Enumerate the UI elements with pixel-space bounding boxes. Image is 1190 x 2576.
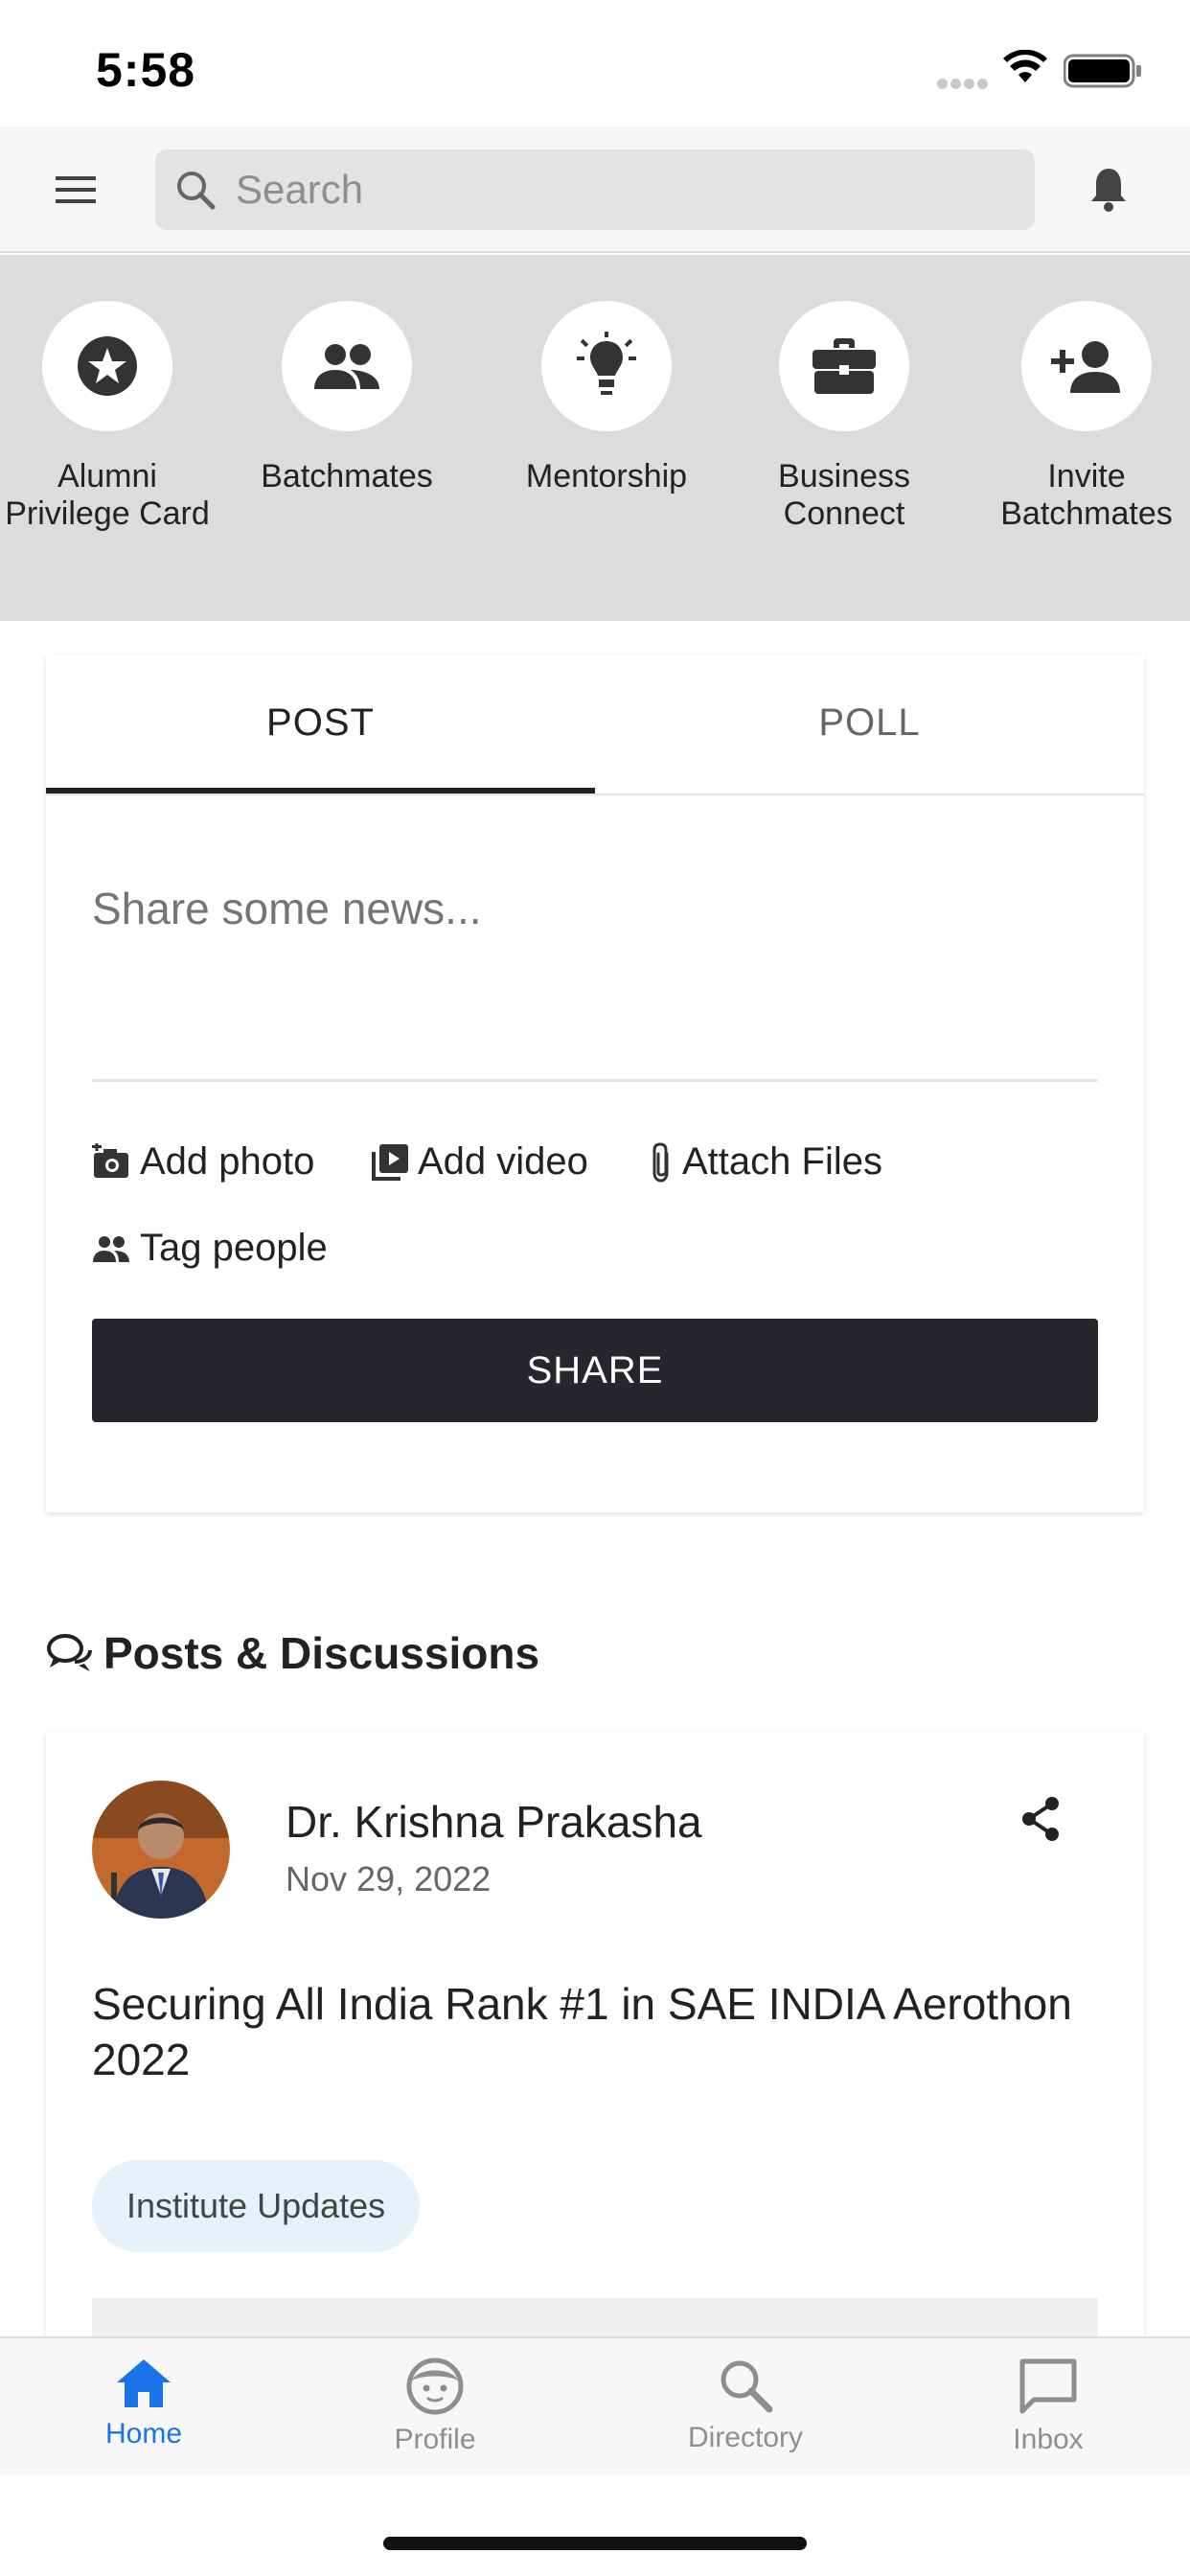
- tabs-divider: [46, 794, 1144, 795]
- tag-people-icon: [93, 1235, 129, 1262]
- add-photo-label: Add photo: [140, 1140, 315, 1183]
- quick-action-mentorship[interactable]: Mentorship: [501, 301, 712, 495]
- chat-bubble-icon: [1019, 2358, 1077, 2414]
- search-icon: [177, 172, 216, 210]
- post-tag-chip[interactable]: Institute Updates: [92, 2160, 421, 2252]
- share-icon[interactable]: [1019, 1796, 1062, 1842]
- quick-action-invite-batchmates[interactable]: Invite Batchmates: [981, 301, 1190, 533]
- star-badge-icon: [78, 336, 137, 396]
- profile-face-icon: [406, 2358, 464, 2415]
- share-button[interactable]: SHARE: [92, 1319, 1098, 1422]
- nav-directory[interactable]: Directory: [640, 2358, 851, 2454]
- top-app-bar: Search: [0, 126, 1190, 253]
- add-video-button[interactable]: Add video: [372, 1140, 588, 1184]
- share-news-input[interactable]: [92, 880, 1098, 937]
- battery-icon: [1064, 54, 1141, 88]
- nav-home[interactable]: Home: [38, 2358, 249, 2450]
- bottom-navigation: Home Profile Directory Inbox: [0, 2336, 1190, 2474]
- quick-action-label: Invite Batchmates: [1000, 458, 1173, 532]
- quick-action-label: Alumni Privilege Card: [5, 458, 210, 532]
- add-photo-button[interactable]: Add photo: [92, 1140, 314, 1184]
- quick-action-business-connect[interactable]: Business Connect: [739, 301, 950, 533]
- bell-icon[interactable]: [1088, 165, 1129, 213]
- nav-inbox[interactable]: Inbox: [943, 2358, 1154, 2456]
- attach-files-label: Attach Files: [682, 1140, 882, 1183]
- nav-label-inbox: Inbox: [1013, 2424, 1084, 2455]
- quick-action-label: Batchmates: [261, 458, 433, 494]
- post-title[interactable]: Securing All India Rank #1 in SAE INDIA …: [92, 1976, 1098, 2087]
- status-bar: 5:58: [0, 0, 1190, 126]
- wifi-icon: [1003, 50, 1047, 82]
- home-icon: [117, 2359, 171, 2407]
- hamburger-menu-icon[interactable]: [54, 172, 100, 207]
- lightbulb-icon: [577, 332, 636, 395]
- add-video-label: Add video: [418, 1140, 588, 1183]
- quick-action-batchmates[interactable]: Batchmates: [241, 301, 452, 495]
- quick-action-label: Business Connect: [778, 458, 910, 532]
- author-avatar[interactable]: [92, 1781, 230, 1919]
- nav-profile[interactable]: Profile: [330, 2358, 540, 2456]
- tag-people-button[interactable]: Tag people: [92, 1227, 328, 1270]
- tag-people-label: Tag people: [140, 1227, 328, 1269]
- search-input[interactable]: Search: [236, 167, 363, 213]
- briefcase-icon: [812, 338, 876, 394]
- paperclip-icon: [652, 1141, 669, 1183]
- post-date: Nov 29, 2022: [286, 1859, 492, 1898]
- directory-search-icon: [721, 2360, 773, 2413]
- nav-label-directory: Directory: [687, 2422, 803, 2453]
- post-composer-card: POST POLL Add photo Add video Attach Fil…: [46, 656, 1144, 1512]
- quick-actions-strip: Alumni Privilege Card Batchmates Mentors…: [0, 255, 1190, 621]
- discussion-icon: [47, 1634, 92, 1671]
- quick-action-alumni-privilege-card[interactable]: Alumni Privilege Card: [2, 301, 213, 533]
- nav-label-profile: Profile: [394, 2424, 476, 2455]
- attach-files-button[interactable]: Attach Files: [650, 1140, 882, 1184]
- add-photo-icon: [92, 1142, 128, 1178]
- search-field[interactable]: Search: [155, 150, 1035, 230]
- add-video-icon: [372, 1143, 408, 1181]
- person-add-icon: [1051, 341, 1120, 393]
- author-name[interactable]: Dr. Krishna Prakasha: [286, 1796, 702, 1848]
- posts-discussions-heading: Posts & Discussions: [46, 1627, 539, 1679]
- input-underline: [92, 1079, 1098, 1082]
- quick-action-label: Mentorship: [525, 458, 688, 494]
- home-indicator-area: [0, 2474, 1190, 2576]
- cellular-signal-icon: [937, 77, 991, 94]
- home-indicator[interactable]: [383, 2537, 807, 2550]
- people-icon: [314, 344, 379, 389]
- tab-poll[interactable]: POLL: [595, 656, 1144, 794]
- tab-post[interactable]: POST: [46, 656, 595, 794]
- status-time: 5:58: [96, 43, 196, 97]
- section-heading-text: Posts & Discussions: [103, 1628, 540, 1678]
- nav-label-home: Home: [104, 2418, 183, 2450]
